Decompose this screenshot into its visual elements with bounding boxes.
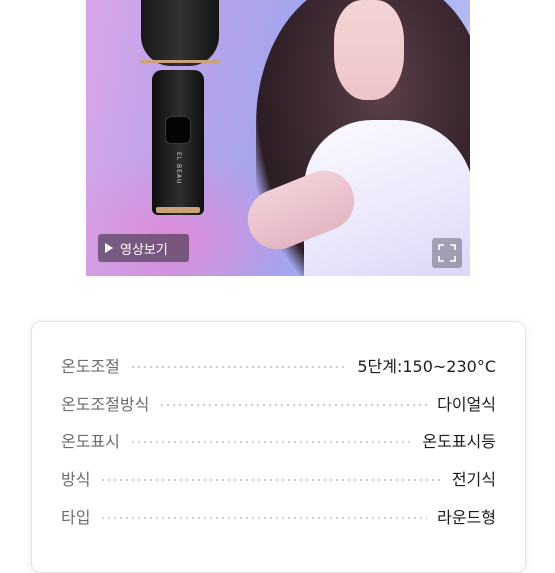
watch-video-button[interactable]: 영상보기 [98,234,189,262]
curling-iron-top [141,0,219,66]
dotted-leader [159,404,428,406]
expand-image-button[interactable] [432,238,462,268]
spec-label: 온도조절방식 [61,395,150,414]
spec-value: 5단계:150~230°C [357,357,496,376]
curling-iron-ring [140,60,220,63]
expand-icon [438,244,456,262]
spec-label: 방식 [61,470,91,489]
play-icon [105,243,113,253]
spec-label: 온도표시 [61,432,120,451]
spec-value: 전기식 [451,470,496,489]
dotted-leader [100,479,442,481]
spec-value: 라운드형 [437,508,496,527]
model-face [334,0,404,100]
curling-iron-tip-ring [156,207,200,213]
dotted-leader [129,441,413,443]
spec-row: 온도조절방식 다이얼식 [61,391,496,415]
curling-iron-display [165,116,191,144]
watch-video-label: 영상보기 [120,242,168,258]
spec-label: 타입 [61,508,91,527]
spec-value: 온도표시등 [422,432,496,451]
spec-row: 방식 전기식 [61,466,496,490]
dotted-leader [129,366,348,368]
spec-row: 타입 라운드형 [61,504,496,528]
spec-card: 온도조절 5단계:150~230°C 온도조절방식 다이얼식 온도표시 온도표시… [31,321,526,573]
dotted-leader [100,517,428,519]
spec-row: 온도표시 온도표시등 [61,428,496,452]
spec-row: 온도조절 5단계:150~230°C [61,353,496,377]
device-logo: EL BEAU [175,152,182,185]
spec-label: 온도조절 [61,357,120,376]
spec-value: 다이얼식 [437,395,496,414]
